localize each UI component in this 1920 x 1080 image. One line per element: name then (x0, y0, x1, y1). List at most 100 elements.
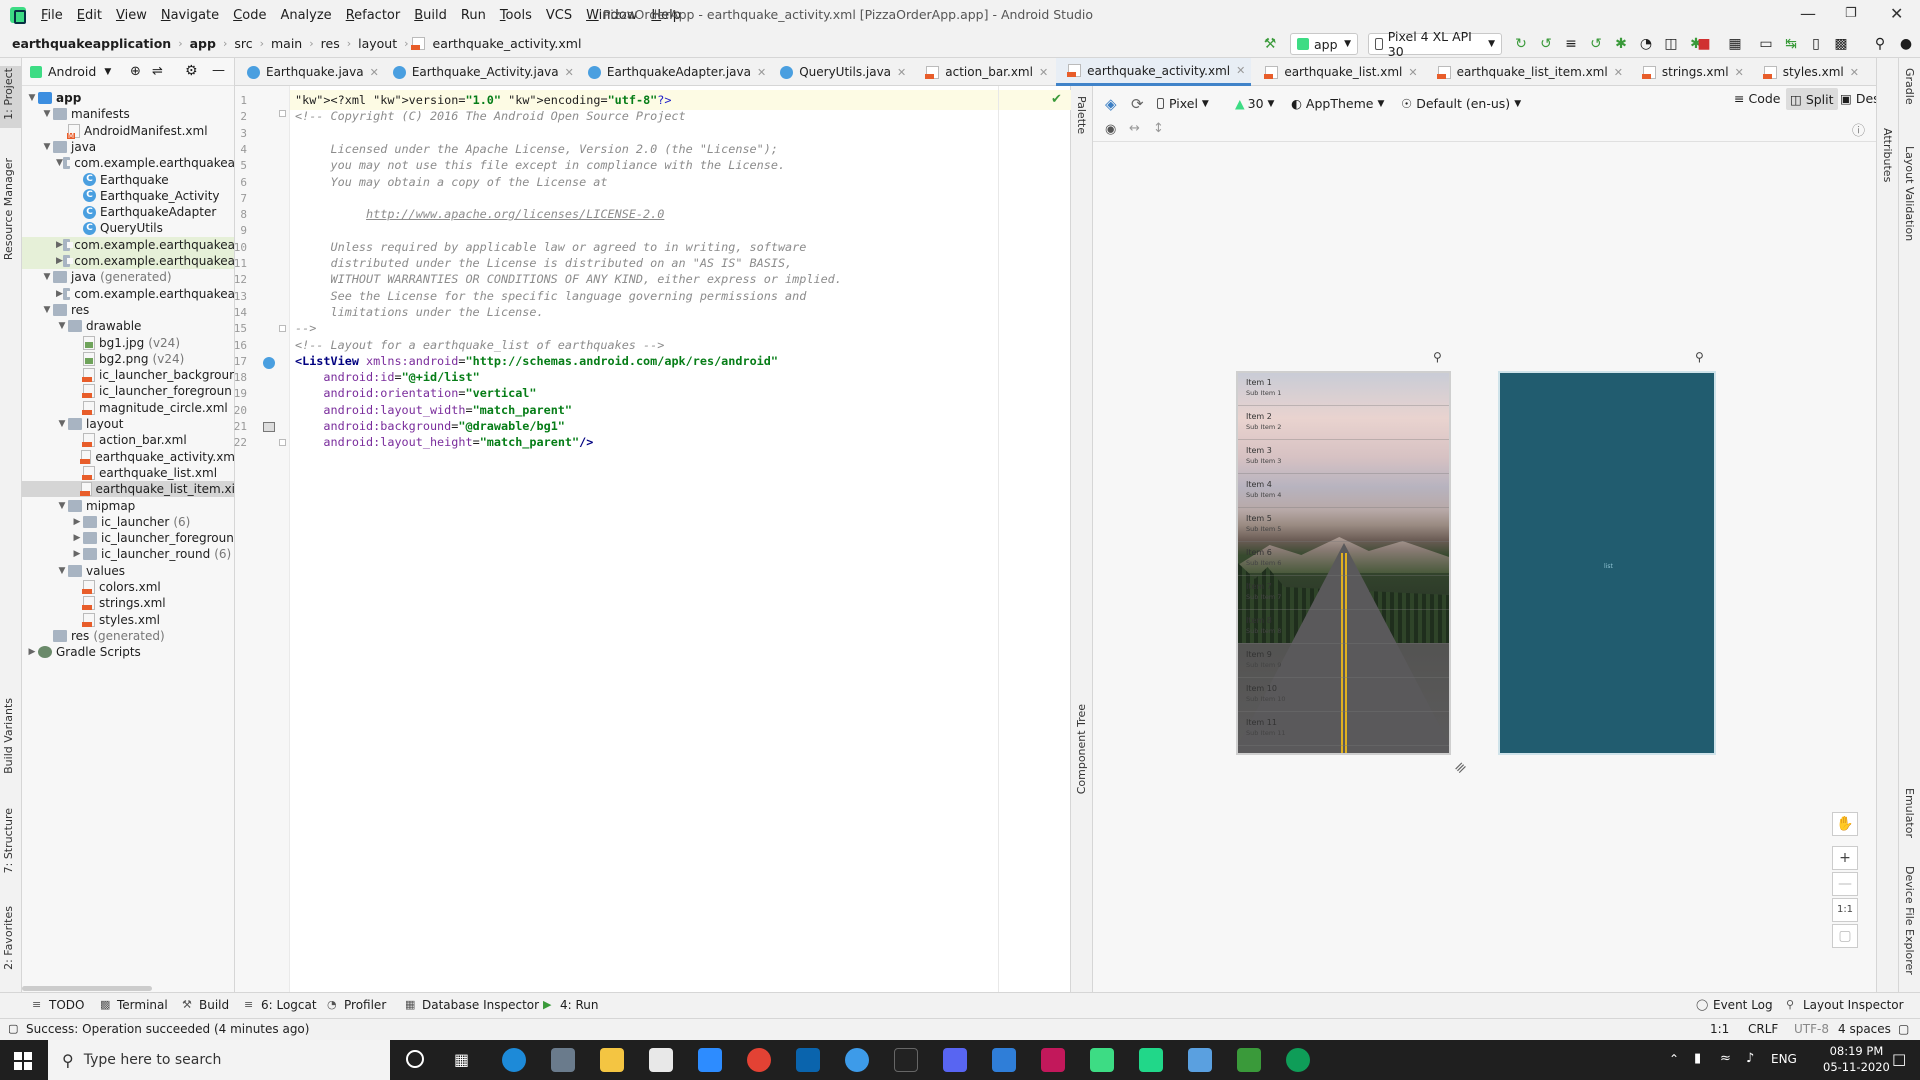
preview-list-item[interactable]: Item 11 Sub Item 11 (1246, 718, 1286, 738)
project-tree-item[interactable]: bg2.png (v24) (22, 351, 234, 367)
code-line[interactable]: limitations under the License. (295, 305, 544, 319)
project-tree-item[interactable]: ▶ ic_launcher (6) (22, 514, 234, 530)
close-tab-icon[interactable]: ✕ (1236, 64, 1245, 77)
menu-navigate[interactable]: Navigate (154, 8, 226, 23)
view-mode-split[interactable]: ◫ Split (1786, 88, 1838, 110)
chevron-down-icon[interactable]: ▼ (41, 142, 53, 152)
breadcrumb-item[interactable]: main (267, 36, 306, 51)
project-tree-item[interactable]: ▼ manifests (22, 106, 234, 122)
profiler-tool[interactable]: ◔ Profiler (327, 998, 386, 1012)
close-tab-icon[interactable]: ✕ (370, 66, 379, 79)
chevron-down-icon[interactable]: ▼ (41, 272, 53, 282)
line-separator[interactable]: CRLF (1748, 1022, 1778, 1036)
minimize-icon[interactable]: — (1800, 4, 1816, 23)
editor-tab[interactable]: action_bar.xml ✕ (914, 58, 1054, 86)
code-line[interactable]: --> (295, 321, 316, 335)
terminal-tool[interactable]: ▩ Terminal (100, 998, 168, 1012)
status-message[interactable]: Success: Operation succeeded (4 minutes … (26, 1022, 309, 1036)
editor-tab[interactable]: earthquake_list_item.xml ✕ (1426, 58, 1629, 86)
project-tree-item[interactable]: ▶ ic_launcher_round (6) (22, 546, 234, 562)
image-preview-icon[interactable] (263, 422, 275, 432)
fold-icon[interactable] (279, 325, 286, 332)
code-line[interactable]: distributed under the License is distrib… (295, 256, 793, 270)
theme-selector[interactable]: ◐ AppTheme ▼ (1291, 96, 1384, 111)
close-tab-icon[interactable]: ✕ (1735, 66, 1744, 79)
breadcrumb-item[interactable]: earthquakeapplication (8, 36, 175, 51)
close-tab-icon[interactable]: ✕ (757, 66, 766, 79)
project-view-dropdown[interactable]: Android (48, 64, 96, 79)
editor-tab[interactable]: Earthquake.java ✕ (241, 58, 385, 86)
fold-icon[interactable] (279, 110, 286, 117)
code-editor[interactable]: 1 2 3 4 5 6 7 8 9 10 11 12 13 14 15 16 17 18 19 20 21 22 "kw"… (234, 86, 1071, 992)
tab-component-tree[interactable]: Component Tree (1075, 704, 1088, 794)
editor-tab[interactable]: strings.xml ✕ (1631, 58, 1750, 86)
pan-icon[interactable]: ✋ (1832, 812, 1858, 836)
chevron-down-icon[interactable]: ▼ (104, 67, 111, 77)
build-tool[interactable]: ⚒ Build (182, 998, 229, 1012)
api-selector[interactable]: ▲ 30 ▼ (1235, 96, 1274, 111)
code-line[interactable]: <!-- Copyright (C) 2016 The Android Open… (295, 109, 686, 123)
editor-tab[interactable]: earthquake_list.xml ✕ (1253, 58, 1423, 86)
hide-panel-icon[interactable]: — (212, 63, 225, 78)
attach-debugger-icon[interactable]: ◫ (1663, 36, 1679, 52)
mw-app-icon[interactable] (894, 1048, 918, 1072)
indent-setting[interactable]: 4 spaces (1838, 1022, 1891, 1036)
editor-tab[interactable]: Earthquake_Activity.java ✕ (387, 58, 580, 86)
zoom-in-icon[interactable]: + (1832, 846, 1858, 870)
chrome-icon[interactable] (747, 1048, 771, 1072)
store-icon[interactable] (649, 1048, 673, 1072)
discord-icon[interactable] (943, 1048, 967, 1072)
clock[interactable]: 08:19 PM 05-11-2020 (1823, 1043, 1890, 1075)
chevron-right-icon[interactable]: ▶ (71, 533, 83, 543)
caret-position[interactable]: 1:1 (1710, 1022, 1729, 1036)
project-tree-item[interactable]: styles.xml (22, 612, 234, 628)
editor-tab[interactable]: QueryUtils.java ✕ (774, 58, 912, 86)
project-tree-item[interactable]: ▼ values (22, 563, 234, 579)
project-tree-item[interactable]: colors.xml (22, 579, 234, 595)
close-tab-icon[interactable]: ✕ (1614, 66, 1623, 79)
mail-icon[interactable] (992, 1048, 1016, 1072)
code-line[interactable]: "kw"><?xml "kw">version="1.0" "kw">encod… (295, 93, 672, 107)
menu-view[interactable]: View (109, 8, 154, 23)
project-tree-item[interactable]: ▶ com.example.earthquakea (22, 286, 234, 302)
todo-tool[interactable]: ≡ TODO (32, 998, 84, 1012)
pin-icon[interactable]: ⚲ (1433, 350, 1442, 364)
view-mode-code[interactable]: ≡ Code (1734, 91, 1781, 106)
database-inspector-tool[interactable]: ▦ Database Inspector (405, 998, 539, 1012)
chevron-down-icon[interactable]: ▼ (56, 321, 68, 331)
android-studio-taskbar-icon[interactable] (1237, 1048, 1261, 1072)
menu-refactor[interactable]: Refactor (339, 8, 408, 23)
rerun-icon[interactable]: ↺ (1588, 36, 1604, 52)
tab-structure[interactable]: 7: Structure (2, 808, 15, 873)
project-tree-item[interactable]: magnitude_circle.xml (22, 400, 234, 416)
code-line[interactable]: android:id="@+id/list" (295, 370, 479, 384)
chevron-down-icon[interactable]: ▼ (56, 158, 63, 168)
wifi-icon[interactable]: ≈ (1720, 1051, 1731, 1066)
project-tree-item[interactable]: C Earthquake (22, 172, 234, 188)
chevron-down-icon[interactable]: ▼ (56, 419, 68, 429)
chevron-down-icon[interactable]: ▼ (56, 501, 68, 511)
code-line[interactable]: android:layout_width="match_parent" (295, 403, 572, 417)
project-tree-item[interactable]: ▼ mipmap (22, 498, 234, 514)
project-tree-item[interactable]: ▶ Gradle Scripts (22, 644, 234, 660)
menu-analyze[interactable]: Analyze (273, 8, 338, 23)
vertical-resize-icon[interactable]: ↕ (1153, 121, 1164, 136)
webstorm-icon[interactable] (1139, 1048, 1163, 1072)
debug-icon[interactable]: ✱ (1613, 36, 1629, 52)
chevron-down-icon[interactable]: ▼ (26, 93, 38, 103)
preview-list-item[interactable]: Item 5 Sub Item 5 (1246, 514, 1281, 534)
code-line[interactable]: android:background="@drawable/bg1" (295, 419, 565, 433)
preview-list-item[interactable]: Item 4 Sub Item 4 (1246, 480, 1281, 500)
chevron-down-icon[interactable]: ▼ (56, 566, 68, 576)
project-structure-icon[interactable]: ▭ (1758, 36, 1774, 52)
volume-icon[interactable]: ♪ (1746, 1051, 1754, 1066)
project-tree-item[interactable]: ▼ drawable (22, 318, 234, 334)
project-tree-item[interactable]: ▶ ic_launcher_foregroun (22, 530, 234, 546)
zoom-app-icon[interactable] (698, 1048, 722, 1072)
apply-code-changes-icon[interactable]: ↺ (1538, 36, 1554, 52)
preview-list-item[interactable]: Item 2 Sub Item 2 (1246, 412, 1281, 432)
chevron-right-icon[interactable]: ▶ (71, 549, 83, 559)
breadcrumb-item[interactable]: app (186, 36, 220, 51)
horizontal-scrollbar[interactable] (22, 986, 152, 991)
menu-tools[interactable]: Tools (493, 8, 539, 23)
